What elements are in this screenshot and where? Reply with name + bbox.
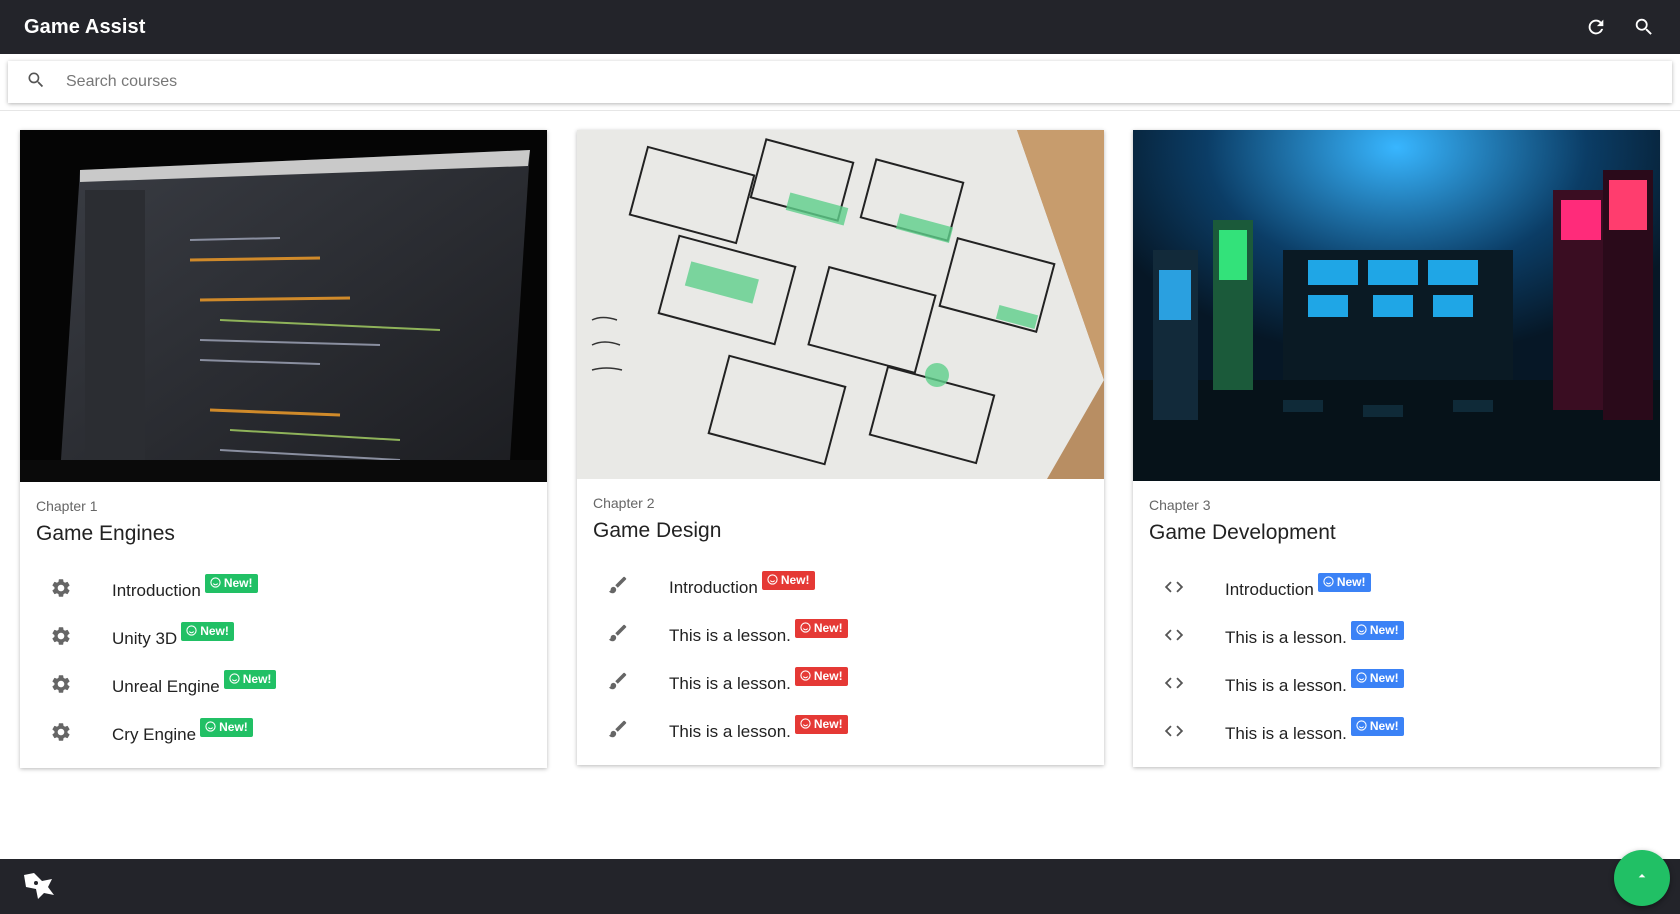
gear-icon <box>50 577 90 599</box>
scroll-to-top-button[interactable] <box>1614 850 1670 906</box>
brush-icon <box>607 718 647 740</box>
divider <box>0 110 1680 111</box>
new-badge: New! <box>1350 620 1404 640</box>
new-badge: New! <box>200 717 253 737</box>
lesson-label: Introduction <box>1225 580 1314 599</box>
gear-icon <box>50 673 90 695</box>
lesson-label: This is a lesson. <box>1225 676 1347 695</box>
course-card-game-development[interactable]: Chapter 3 Game Development Introduction … <box>1133 130 1660 767</box>
new-badge: New! <box>181 621 234 641</box>
arrow-up-icon <box>1634 868 1650 889</box>
lesson-item[interactable]: Unreal Engine New! <box>36 660 531 708</box>
badge-text: New! <box>1336 574 1366 589</box>
chapter-label: Chapter 1 <box>36 498 98 514</box>
lesson-label: Introduction <box>669 578 758 597</box>
card-title: Game Development <box>1149 521 1336 544</box>
badge-text: New! <box>1369 622 1399 637</box>
new-badge: New! <box>1317 572 1371 592</box>
lesson-item[interactable]: Introduction New! <box>1149 563 1644 611</box>
new-badge: New! <box>1350 668 1404 688</box>
new-badge: New! <box>794 666 848 686</box>
lesson-label: This is a lesson. <box>669 626 791 645</box>
brush-icon <box>607 622 647 644</box>
lesson-item[interactable]: This is a lesson. New! <box>1149 611 1644 659</box>
lesson-item[interactable]: Cry Engine New! <box>36 708 531 756</box>
badge-text: New! <box>780 572 810 587</box>
badge-text: New! <box>219 719 248 734</box>
refresh-icon[interactable] <box>1584 15 1608 39</box>
badge-text: New! <box>813 620 843 635</box>
course-card-game-design[interactable]: Chapter 2 Game Design Introduction New! … <box>577 130 1104 765</box>
top-app-bar: Game Assist <box>0 0 1680 54</box>
lesson-label: Cry Engine <box>112 725 197 744</box>
search-icon <box>26 70 46 95</box>
new-badge: New! <box>794 714 848 734</box>
brush-icon <box>607 670 647 692</box>
lesson-list: Introduction New! This is a lesson. New!… <box>1149 563 1644 755</box>
lesson-item[interactable]: Introduction New! <box>36 564 531 612</box>
code-icon <box>1163 720 1203 742</box>
badge-text: New! <box>813 668 843 683</box>
laptop-code-photo <box>20 130 547 482</box>
new-badge: New! <box>794 618 848 638</box>
new-badge: New! <box>204 573 258 593</box>
chapter-label: Chapter 3 <box>1149 497 1211 513</box>
new-badge: New! <box>1350 716 1404 736</box>
badge-text: New! <box>1369 718 1399 733</box>
code-icon <box>1163 672 1203 694</box>
badge-text: New! <box>813 716 843 731</box>
lesson-label: Unreal Engine <box>112 677 220 696</box>
lesson-item[interactable]: Unity 3D New! <box>36 612 531 660</box>
new-badge: New! <box>223 669 277 689</box>
lesson-label: This is a lesson. <box>1225 628 1347 647</box>
code-icon <box>1163 624 1203 646</box>
card-title: Game Design <box>593 519 722 542</box>
search-icon[interactable] <box>1632 15 1656 39</box>
lesson-label: This is a lesson. <box>669 722 791 741</box>
lesson-label: Introduction <box>112 581 201 600</box>
app-logo-icon[interactable] <box>22 871 56 906</box>
lesson-list: Introduction New! Unity 3D New! Unreal E… <box>36 564 531 756</box>
badge-text: New! <box>200 623 229 638</box>
badge-text: New! <box>223 575 253 590</box>
gear-icon <box>50 721 90 743</box>
lesson-item[interactable]: This is a lesson. New! <box>593 705 1088 753</box>
lesson-label: This is a lesson. <box>669 674 791 693</box>
lesson-item[interactable]: This is a lesson. New! <box>1149 707 1644 755</box>
course-card-game-engines[interactable]: Chapter 1 Game Engines Introduction New!… <box>20 130 547 768</box>
search-input[interactable] <box>66 73 1566 91</box>
lesson-item[interactable]: This is a lesson. New! <box>593 609 1088 657</box>
code-icon <box>1163 576 1203 598</box>
card-title: Game Engines <box>36 522 175 545</box>
footer-bar <box>0 859 1680 914</box>
app-title: Game Assist <box>24 15 146 38</box>
lesson-label: Unity 3D <box>112 629 178 648</box>
arcade-room-photo <box>1133 130 1660 481</box>
lesson-item[interactable]: This is a lesson. New! <box>593 657 1088 705</box>
course-search-bar <box>8 61 1672 103</box>
lesson-label: This is a lesson. <box>1225 724 1347 743</box>
lesson-item[interactable]: This is a lesson. New! <box>1149 659 1644 707</box>
chapter-label: Chapter 2 <box>593 495 655 511</box>
wireframe-sketch-photo <box>577 130 1104 479</box>
new-badge: New! <box>761 570 815 590</box>
badge-text: New! <box>1369 670 1399 685</box>
brush-icon <box>607 574 647 596</box>
lesson-item[interactable]: Introduction New! <box>593 561 1088 609</box>
badge-text: New! <box>242 671 272 686</box>
lesson-list: Introduction New! This is a lesson. New!… <box>593 561 1088 753</box>
gear-icon <box>50 625 90 647</box>
